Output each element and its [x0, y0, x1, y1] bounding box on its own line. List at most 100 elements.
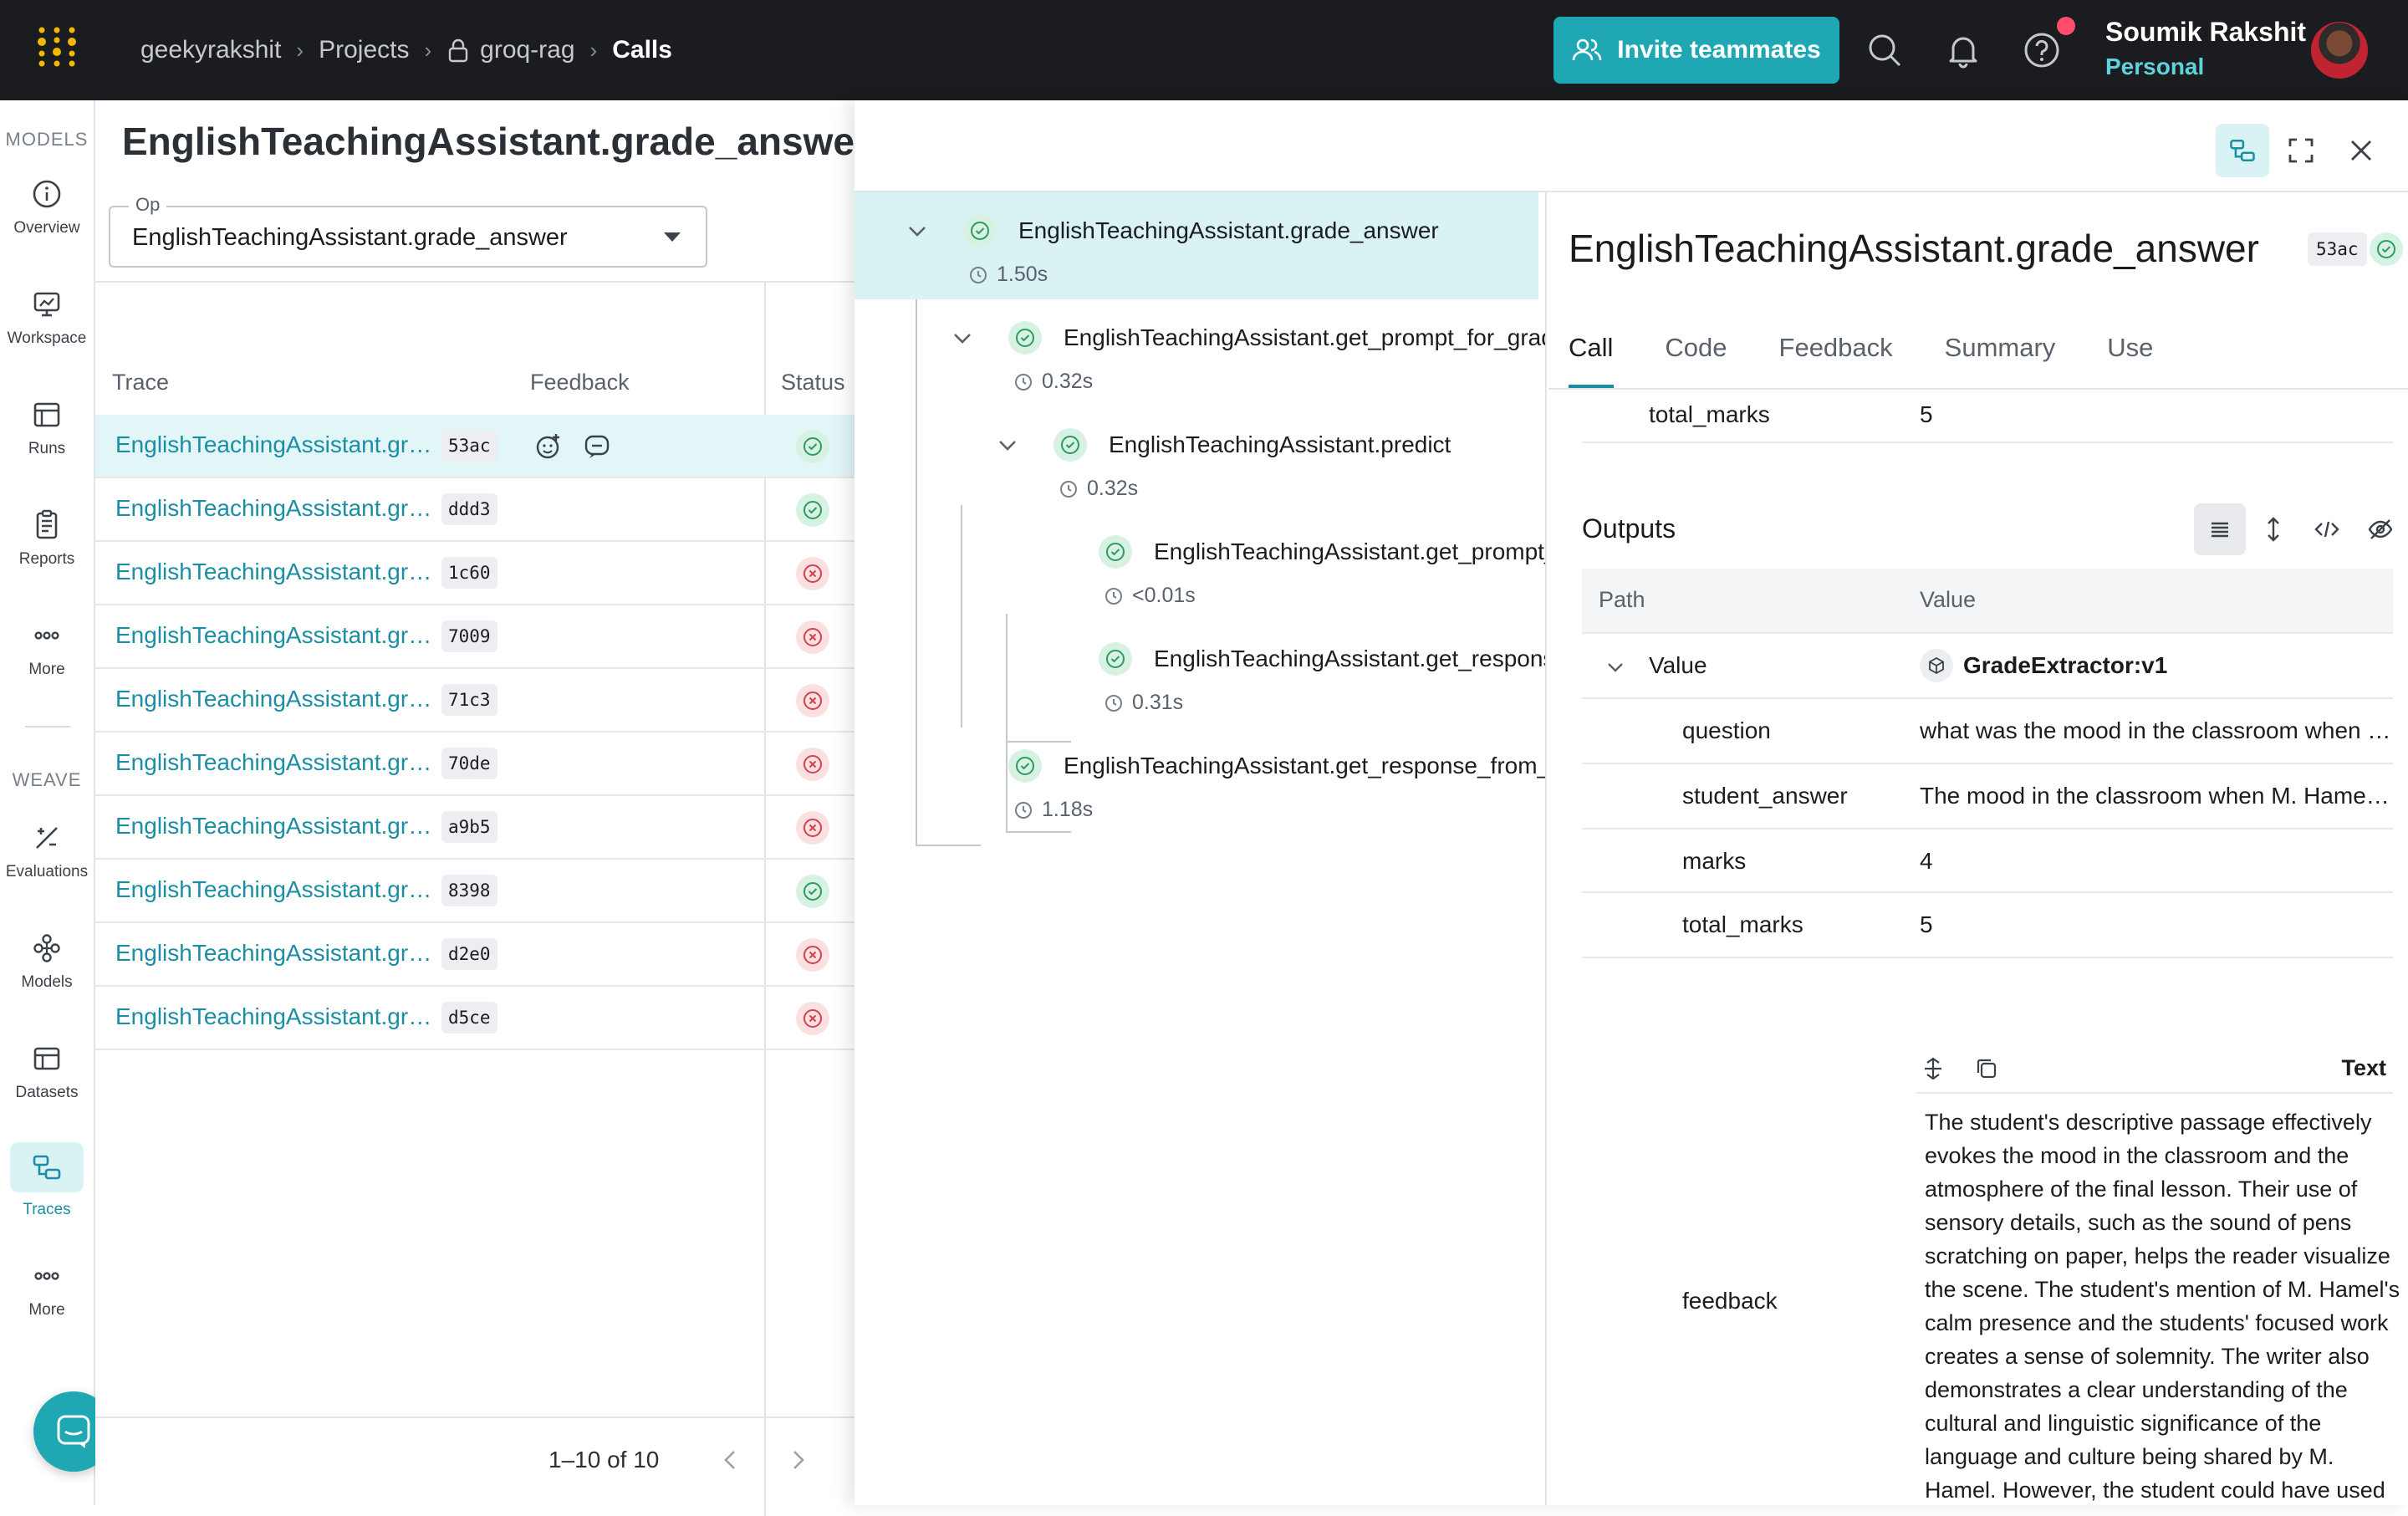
column-header-status[interactable]: Status [781, 370, 845, 396]
call-id-badge[interactable]: 1c60 [441, 557, 497, 589]
feedback-format-label[interactable]: Text [2341, 1055, 2386, 1081]
call-id-badge[interactable]: d2e0 [441, 938, 497, 970]
chevron-left-icon[interactable] [716, 1445, 746, 1475]
column-header-value[interactable]: Value [1920, 587, 1976, 613]
table-row[interactable]: EnglishTeachingAssistant.grade_answerd2e… [95, 923, 856, 987]
column-header-path[interactable]: Path [1599, 587, 1645, 613]
tree-node-get-response[interactable]: EnglishTeachingAssistant.get_response 0.… [855, 620, 1545, 727]
avatar[interactable] [2311, 22, 2368, 79]
table-row[interactable]: EnglishTeachingAssistant.grade_answer700… [95, 605, 856, 669]
output-row-value: Value GradeExtractor:v1 [1582, 634, 2393, 699]
user-name[interactable]: Soumik Rakshit [2105, 17, 2306, 48]
add-note-icon[interactable] [582, 431, 612, 462]
success-icon [796, 430, 829, 463]
bell-icon[interactable] [1943, 30, 1983, 70]
chevron-down-icon[interactable] [905, 219, 930, 244]
table-row[interactable]: EnglishTeachingAssistant.grade_answer71c… [95, 669, 856, 732]
nav-item-workspace[interactable]: Workspace [5, 274, 89, 361]
call-id-badge[interactable]: 7009 [441, 620, 497, 652]
chevron-right-icon[interactable] [783, 1445, 813, 1475]
wandb-logo-icon[interactable] [33, 23, 80, 70]
add-reaction-icon[interactable] [533, 431, 564, 462]
call-id-badge[interactable]: 8398 [441, 875, 497, 906]
tree-node-predict[interactable]: EnglishTeachingAssistant.predict 0.32s [855, 406, 1545, 513]
nav-item-more-weave[interactable]: More [5, 1246, 89, 1333]
list-icon [2212, 522, 2228, 538]
trace-link[interactable]: EnglishTeachingAssistant.grade_answer [115, 940, 438, 967]
nav-item-datasets[interactable]: Datasets [5, 1029, 89, 1115]
chevron-down-icon[interactable] [1604, 656, 1627, 679]
object-icon [1920, 649, 1953, 682]
breadcrumb-entity[interactable]: geekyrakshit [140, 36, 281, 64]
nav-item-more-models[interactable]: More [5, 605, 89, 692]
table-row[interactable]: EnglishTeachingAssistant.grade_answer70d… [95, 732, 856, 796]
breadcrumb-project[interactable]: groq-rag [480, 36, 574, 64]
invite-teammates-button[interactable]: Invite teammates [1553, 17, 1839, 84]
call-id-badge[interactable]: a9b5 [441, 811, 497, 843]
object-ref-link[interactable]: GradeExtractor:v1 [1963, 652, 2381, 679]
trace-link[interactable]: EnglishTeachingAssistant.grade_answer [115, 1003, 438, 1030]
workspace-icon [33, 292, 60, 317]
search-icon[interactable] [1865, 30, 1905, 70]
breadcrumb-calls[interactable]: Calls [612, 36, 672, 64]
wrap-text-icon[interactable] [1920, 1055, 1946, 1082]
nav-item-evaluations[interactable]: Evaluations [5, 808, 89, 895]
table-view-button[interactable] [2194, 503, 2246, 555]
close-drawer-button[interactable] [2334, 124, 2388, 177]
tree-node-get-response-from-groq[interactable]: EnglishTeachingAssistant.get_response_fr… [855, 727, 1547, 835]
nav-item-reports[interactable]: Reports [5, 495, 89, 582]
trace-link[interactable]: EnglishTeachingAssistant.grade_answer [115, 749, 438, 776]
trace-link[interactable]: EnglishTeachingAssistant.grade_answer [115, 686, 438, 712]
nav-item-overview[interactable]: Overview [5, 164, 89, 251]
column-header-trace[interactable]: Trace [112, 370, 169, 396]
column-header-feedback[interactable]: Feedback [530, 370, 630, 396]
table-row[interactable]: EnglishTeachingAssistant.grade_answer1c6… [95, 542, 856, 605]
tree-node-name: EnglishTeachingAssistant.predict [1109, 431, 1451, 457]
copy-icon[interactable] [1973, 1055, 2000, 1082]
trace-link[interactable]: EnglishTeachingAssistant.grade_answer [115, 813, 438, 840]
trace-link[interactable]: EnglishTeachingAssistant.grade_answer [115, 559, 438, 585]
call-id-badge[interactable]: 53ac [2308, 232, 2367, 266]
tree-node-get-prompt[interactable]: EnglishTeachingAssistant.get_prompt_ <0.… [855, 513, 1545, 620]
tab-code[interactable]: Code [1665, 333, 1727, 363]
call-id-badge[interactable]: ddd3 [441, 493, 497, 525]
hide-empty-button[interactable] [2354, 503, 2406, 555]
tab-feedback[interactable]: Feedback [1779, 333, 1893, 363]
trace-link[interactable]: EnglishTeachingAssistant.grade_answer [115, 431, 438, 458]
tab-use[interactable]: Use [2107, 333, 2153, 363]
tree-node-get-prompt-for-grading[interactable]: EnglishTeachingAssistant.get_prompt_for_… [855, 299, 1545, 406]
chevron-down-icon[interactable] [950, 326, 975, 351]
table-row[interactable]: EnglishTeachingAssistant.grade_answera9b… [95, 796, 856, 860]
nav-item-label: More [28, 661, 65, 678]
user-plan[interactable]: Personal [2105, 54, 2204, 80]
call-id-badge[interactable]: 71c3 [441, 684, 497, 716]
trace-link[interactable]: EnglishTeachingAssistant.grade_answer [115, 622, 438, 649]
table-row[interactable]: EnglishTeachingAssistant.grade_answerddd… [95, 478, 856, 542]
tree-node-grade-answer[interactable]: EnglishTeachingAssistant.grade_answer 1.… [855, 192, 1538, 299]
breadcrumb-projects[interactable]: Projects [319, 36, 409, 64]
nav-item-label: More [28, 1301, 65, 1319]
chevron-down-icon[interactable] [995, 433, 1020, 458]
nav-item-runs[interactable]: Runs [5, 385, 89, 472]
call-id-badge[interactable]: 70de [441, 748, 497, 779]
drawer-header [855, 100, 2408, 192]
fullscreen-button[interactable] [2274, 124, 2328, 177]
nav-item-models[interactable]: Models [5, 918, 89, 1005]
trace-link[interactable]: EnglishTeachingAssistant.grade_answer [115, 495, 438, 522]
table-row[interactable]: EnglishTeachingAssistant.grade_answer839… [95, 860, 856, 923]
outputs-heading: Outputs [1582, 513, 1676, 544]
call-id-badge[interactable]: 53ac [441, 430, 497, 462]
tab-call[interactable]: Call [1569, 333, 1613, 363]
nav-item-traces[interactable]: Traces [5, 1137, 89, 1224]
code-view-button[interactable] [2301, 503, 2353, 555]
tab-summary[interactable]: Summary [1945, 333, 2056, 363]
trace-link[interactable]: EnglishTeachingAssistant.grade_answer [115, 876, 438, 903]
toggle-trace-tree-button[interactable] [2216, 124, 2269, 177]
tree-node-name: EnglishTeachingAssistant.get_response_fr… [1064, 753, 1547, 778]
help-icon[interactable] [2022, 30, 2062, 70]
call-id-badge[interactable]: d5ce [441, 1002, 497, 1034]
table-row[interactable]: EnglishTeachingAssistant.grade_answerd5c… [95, 987, 856, 1050]
op-select[interactable]: Op EnglishTeachingAssistant.grade_answer [109, 194, 707, 268]
table-row[interactable]: EnglishTeachingAssistant.grade_answer53a… [95, 415, 856, 478]
expand-rows-button[interactable] [2247, 503, 2299, 555]
